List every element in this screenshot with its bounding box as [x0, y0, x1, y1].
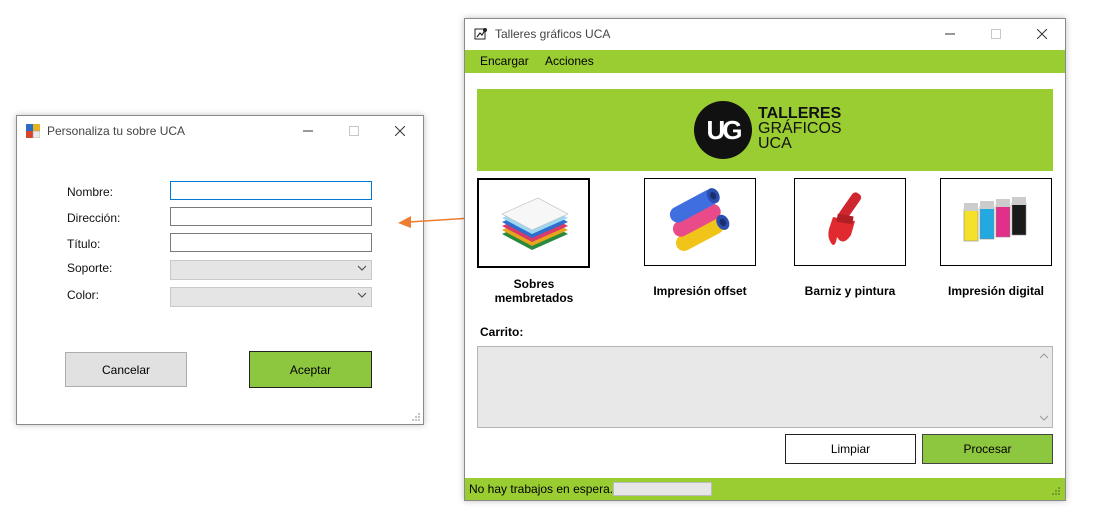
status-progress-bar: [613, 482, 712, 496]
clear-button[interactable]: Limpiar: [785, 434, 916, 464]
product-barniz-button[interactable]: [794, 178, 906, 266]
close-button[interactable]: [1019, 19, 1065, 49]
direccion-field[interactable]: [170, 207, 372, 226]
cart-textarea[interactable]: [477, 346, 1053, 428]
logo-monogram: UG: [706, 114, 743, 145]
paint-brush-icon: [828, 192, 862, 245]
product-sobres-button[interactable]: [477, 178, 590, 268]
cart-label: Carrito:: [480, 325, 524, 339]
nombre-field[interactable]: [170, 181, 372, 200]
close-icon: [1037, 29, 1047, 39]
menu-bar: Encargar Acciones: [465, 50, 1065, 73]
window-title: Talleres gráficos UCA: [495, 27, 611, 41]
main-titlebar: Talleres gráficos UCA: [465, 19, 1065, 49]
chevron-down-icon: [357, 290, 367, 303]
cart-scrollbar[interactable]: [1036, 347, 1052, 427]
cancel-button[interactable]: Cancelar: [65, 352, 187, 387]
resize-grip-icon[interactable]: [1051, 486, 1061, 496]
ink-cartridges-icon: [963, 197, 1027, 242]
product-digital-label: Impresión digital: [947, 284, 1044, 298]
scroll-down-icon[interactable]: [1036, 411, 1052, 425]
dialog-title: Personaliza tu sobre UCA: [47, 124, 186, 138]
logo-mark: UG: [694, 101, 752, 159]
customize-envelope-dialog: Personaliza tu sobre UCA Nombre: Direcci…: [16, 115, 424, 425]
status-bar: No hay trabajos en espera.: [465, 478, 1065, 500]
titulo-label: Título:: [67, 237, 101, 251]
main-window: Talleres gráficos UCA Encargar Acciones …: [464, 18, 1066, 501]
dialog-titlebar: Personaliza tu sobre UCA: [17, 116, 423, 146]
menu-item-encargar[interactable]: Encargar: [480, 54, 529, 68]
minimize-button[interactable]: [285, 116, 331, 146]
paper-stack-icon: [500, 197, 569, 250]
logo-wordmark: TALLERES GRÁFICOS UCA: [758, 105, 842, 152]
menu-item-acciones[interactable]: Acciones: [545, 54, 594, 68]
app-icon: [26, 124, 41, 139]
logo-line2: GRÁFICOS: [758, 120, 842, 137]
accept-button[interactable]: Aceptar: [249, 351, 372, 388]
direccion-label: Dirección:: [67, 211, 121, 225]
close-button[interactable]: [377, 116, 423, 146]
offset-rollers-icon: [669, 188, 730, 251]
maximize-button: [331, 116, 377, 146]
maximize-button: [973, 19, 1019, 49]
chevron-down-icon: [357, 263, 367, 276]
product-barniz-label: Barniz y pintura: [804, 284, 896, 298]
logo-line1: TALLERES: [758, 105, 842, 122]
close-icon: [395, 126, 405, 136]
product-sobres-label: Sobres membretados: [459, 277, 609, 305]
process-button[interactable]: Procesar: [922, 434, 1053, 464]
app-icon: [474, 27, 488, 41]
product-sobres-label-line1: Sobres: [513, 277, 555, 291]
minimize-button[interactable]: [927, 19, 973, 49]
soporte-select[interactable]: [170, 260, 372, 280]
color-label: Color:: [67, 288, 100, 302]
logo-banner: UG TALLERES GRÁFICOS UCA: [477, 89, 1053, 171]
product-digital-button[interactable]: [940, 178, 1052, 266]
product-offset-button[interactable]: [644, 178, 756, 266]
product-offset-label: Impresión offset: [653, 284, 747, 298]
nombre-label: Nombre:: [67, 185, 114, 199]
color-select[interactable]: [170, 287, 372, 307]
status-text: No hay trabajos en espera.: [469, 482, 614, 496]
resize-grip-icon[interactable]: [411, 412, 421, 422]
scroll-up-icon[interactable]: [1036, 349, 1052, 363]
product-sobres-label-line2: membretados: [494, 291, 574, 305]
titulo-field[interactable]: [170, 233, 372, 252]
soporte-label: Soporte:: [67, 261, 113, 275]
logo-line3: UCA: [758, 135, 792, 152]
